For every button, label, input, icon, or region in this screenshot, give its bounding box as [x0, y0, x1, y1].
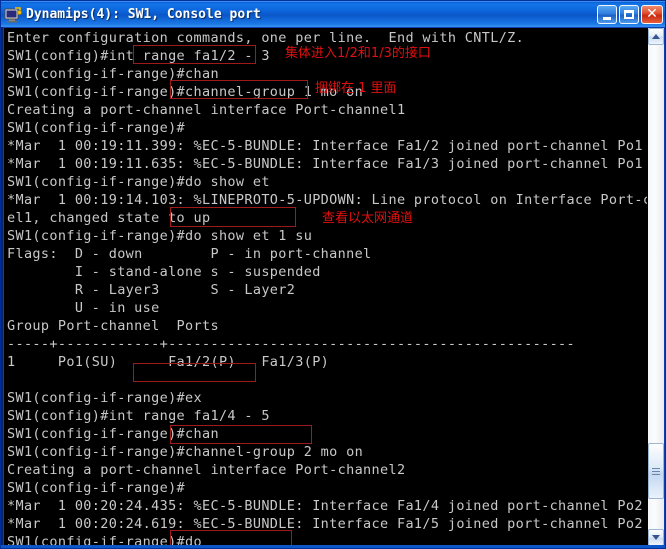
terminal-line: *Mar 1 00:20:24.619: %EC-5-BUNDLE: Inter…: [7, 516, 643, 532]
scroll-up-button[interactable]: [648, 28, 664, 45]
close-button[interactable]: ✕: [641, 5, 663, 24]
terminal-line: SW1(config-if-range)#chan: [7, 426, 219, 442]
terminal-line: *Mar 1 00:19:11.635: %EC-5-BUNDLE: Inter…: [7, 156, 643, 172]
terminal-line: *Mar 1 00:20:24.435: %EC-5-BUNDLE: Inter…: [7, 498, 643, 514]
terminal-text-container: Enter configuration commands, one per li…: [7, 29, 647, 546]
scrollbar-grip-icon: [652, 467, 660, 475]
scroll-down-button[interactable]: [648, 529, 664, 546]
terminal-line: SW1(config-if-range)#do show et 1 su: [7, 228, 313, 244]
minimize-button[interactable]: [597, 5, 617, 24]
terminal-line: Group Port-channel Ports: [7, 318, 219, 334]
title-bar[interactable]: Dynamips(4): SW1, Console port ✕: [1, 1, 665, 27]
terminal-output[interactable]: Enter configuration commands, one per li…: [4, 28, 647, 546]
window-title: Dynamips(4): SW1, Console port: [26, 7, 261, 22]
scroll-up-arrow: [652, 34, 660, 39]
note-bundle-into-1: 捆绑在 1 里面: [315, 81, 397, 96]
scrollbar-thumb[interactable]: [648, 443, 664, 499]
scroll-down-arrow: [652, 535, 660, 540]
note-view-etherchannel: 查看以太网通道: [322, 211, 414, 226]
terminal-line: SW1(config-if-range)#: [7, 480, 186, 496]
terminal-line: U - in use: [7, 300, 160, 316]
vertical-scrollbar[interactable]: [647, 28, 664, 546]
minimize-icon: [603, 17, 611, 20]
terminal-line: Creating a port-channel interface Port-c…: [7, 462, 406, 478]
dynamips-console-window: Dynamips(4): SW1, Console port ✕ Enter c…: [0, 0, 666, 549]
terminal-line: SW1(config-if-range)#channel-group 2 mo …: [7, 444, 364, 460]
maximize-button[interactable]: [619, 5, 639, 24]
terminal-line: R - Layer3 S - Layer2: [7, 282, 296, 298]
terminal-line: SW1(config-if-range)#: [7, 120, 186, 136]
terminal-line: SW1(config-if-range)#do show et: [7, 174, 270, 190]
maximize-icon: [624, 10, 634, 19]
window-bottom-border: [1, 545, 665, 548]
window-controls: ✕: [597, 5, 665, 24]
terminal-line: SW1(config-if-range)#ex: [7, 390, 202, 406]
close-icon: ✕: [646, 5, 658, 22]
terminal-line: *Mar 1 00:19:11.399: %EC-5-BUNDLE: Inter…: [7, 138, 643, 154]
terminal-line: Enter configuration commands, one per li…: [7, 30, 525, 46]
console-terminal-icon: [4, 6, 22, 24]
terminal-line: Creating a port-channel interface Port-c…: [7, 102, 406, 118]
client-area: Enter configuration commands, one per li…: [3, 27, 665, 547]
terminal-line: *Mar 1 00:19:14.103: %LINEPROTO-5-UPDOWN…: [7, 192, 647, 208]
terminal-line: Flags: D - down P - in port-channel: [7, 246, 372, 262]
note-enter-interfaces: 集体进入1/2和1/3的接口: [285, 46, 431, 61]
terminal-line: SW1(config)#int range fa1/4 - 5: [7, 408, 270, 424]
terminal-line: -----+------------+---------------------…: [7, 336, 576, 352]
terminal-line: I - stand-alone s - suspended: [7, 264, 321, 280]
terminal-line: 1 Po1(SU) Fa1/2(P) Fa1/3(P): [7, 354, 330, 370]
